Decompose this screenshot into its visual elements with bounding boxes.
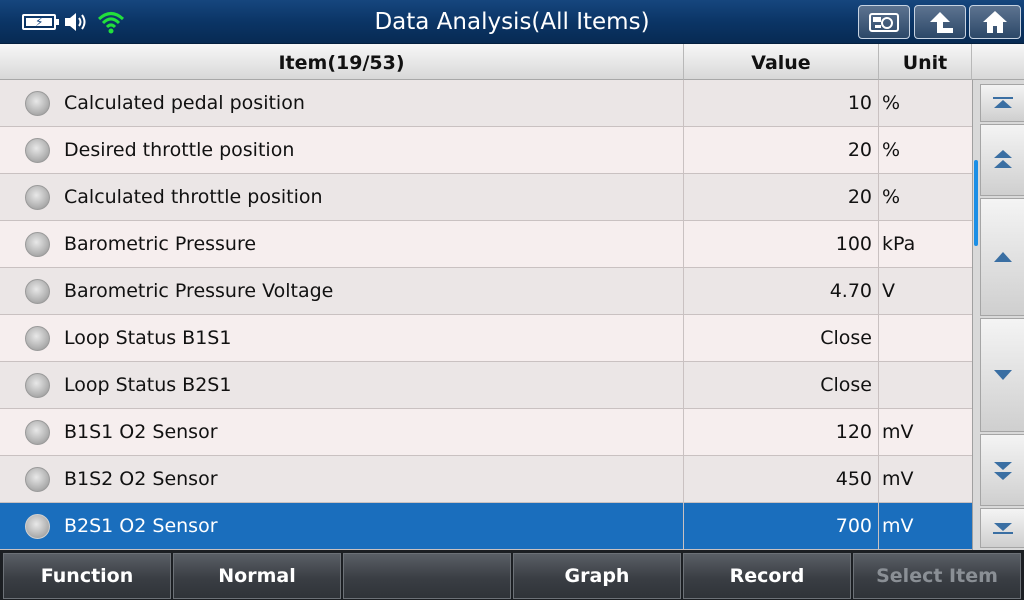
page-up-icon (993, 150, 1012, 168)
row-unit: % (882, 139, 901, 161)
table-row[interactable]: Loop Status B1S1 Close (0, 315, 972, 362)
row-radio[interactable] (25, 232, 50, 257)
title-bar: ⚡ Data Analysis(All Items) (0, 0, 1024, 44)
row-name: Loop Status B1S1 (64, 327, 232, 349)
row-radio[interactable] (25, 467, 50, 492)
header-scroll-blank (972, 44, 1024, 80)
header-unit: Unit (879, 44, 972, 80)
row-name: Loop Status B2S1 (64, 374, 232, 396)
row-unit: mV (882, 421, 914, 443)
row-radio[interactable] (25, 373, 50, 398)
scroll-bottom-button[interactable] (980, 508, 1024, 548)
row-value: 450 (684, 456, 879, 502)
row-unit: kPa (882, 233, 916, 255)
home-button[interactable] (969, 5, 1021, 39)
row-value: 20 (684, 127, 879, 173)
scroll-bottom-icon (992, 523, 1013, 534)
line-up-icon (993, 252, 1012, 262)
row-unit (879, 315, 972, 361)
camera-icon (869, 13, 899, 32)
graph-button[interactable]: Graph (513, 553, 681, 599)
line-down-icon (993, 370, 1012, 380)
row-name: Calculated pedal position (64, 92, 305, 114)
table-rows: Calculated pedal position 10 % Desired t… (0, 80, 972, 550)
row-name: Barometric Pressure Voltage (64, 280, 334, 302)
row-unit: V (882, 280, 895, 302)
row-unit: mV (882, 515, 914, 537)
table-row[interactable]: Barometric Pressure Voltage 4.70 V (0, 268, 972, 315)
table-row[interactable]: Loop Status B2S1 Close (0, 362, 972, 409)
row-value: 700 (684, 503, 879, 549)
page-down-icon (993, 462, 1012, 480)
row-name: B2S1 O2 Sensor (64, 515, 218, 537)
home-icon (983, 11, 1007, 33)
page-up-button[interactable] (980, 124, 1024, 196)
select-item-button[interactable]: Select Item (853, 553, 1021, 599)
row-unit: % (882, 186, 901, 208)
table-row[interactable]: Barometric Pressure 100 kPa (0, 221, 972, 268)
scroll-top-button[interactable] (980, 84, 1024, 122)
row-name: Barometric Pressure (64, 233, 257, 255)
back-button[interactable] (914, 5, 966, 39)
row-value: 20 (684, 174, 879, 220)
row-radio[interactable] (25, 279, 50, 304)
line-down-button[interactable] (980, 318, 1024, 432)
normal-button[interactable]: Normal (173, 553, 341, 599)
row-value: 4.70 (684, 268, 879, 314)
row-radio[interactable] (25, 138, 50, 163)
row-value: 100 (684, 221, 879, 267)
row-value: 10 (684, 80, 879, 126)
function-button[interactable]: Function (3, 553, 171, 599)
table-row[interactable]: B1S1 O2 Sensor 120 mV (0, 409, 972, 456)
row-radio[interactable] (25, 91, 50, 116)
table-row-selected[interactable]: B2S1 O2 Sensor 700 mV (0, 503, 972, 550)
row-name: B1S1 O2 Sensor (64, 421, 218, 443)
row-unit (879, 362, 972, 408)
row-value: 120 (684, 409, 879, 455)
page-down-button[interactable] (980, 434, 1024, 506)
row-name: Calculated throttle position (64, 186, 323, 208)
row-radio[interactable] (25, 514, 50, 539)
row-value: Close (684, 362, 879, 408)
row-name: B1S2 O2 Sensor (64, 468, 218, 490)
row-radio[interactable] (25, 326, 50, 351)
table-row[interactable]: B1S2 O2 Sensor 450 mV (0, 456, 972, 503)
scroll-column (972, 80, 1024, 550)
back-arrow-icon (930, 12, 953, 33)
data-table: Item(19/53) Value Unit Calculated pedal … (0, 44, 1024, 550)
row-unit: % (882, 92, 901, 114)
table-row[interactable]: Calculated pedal position 10 % (0, 80, 972, 127)
table-row[interactable]: Calculated throttle position 20 % (0, 174, 972, 221)
header-value: Value (684, 44, 879, 80)
row-radio[interactable] (25, 185, 50, 210)
header-item: Item(19/53) (0, 44, 684, 80)
record-button[interactable]: Record (683, 553, 851, 599)
scroll-indicator[interactable] (974, 160, 978, 246)
row-unit: mV (882, 468, 914, 490)
row-name: Desired throttle position (64, 139, 295, 161)
camera-button[interactable] (858, 5, 910, 39)
empty-button[interactable] (343, 553, 511, 599)
bottom-toolbar: Function Normal Graph Record Select Item (0, 550, 1024, 600)
scroll-top-icon (992, 97, 1013, 108)
row-radio[interactable] (25, 420, 50, 445)
line-up-button[interactable] (980, 198, 1024, 316)
table-row[interactable]: Desired throttle position 20 % (0, 127, 972, 174)
row-value: Close (684, 315, 879, 361)
